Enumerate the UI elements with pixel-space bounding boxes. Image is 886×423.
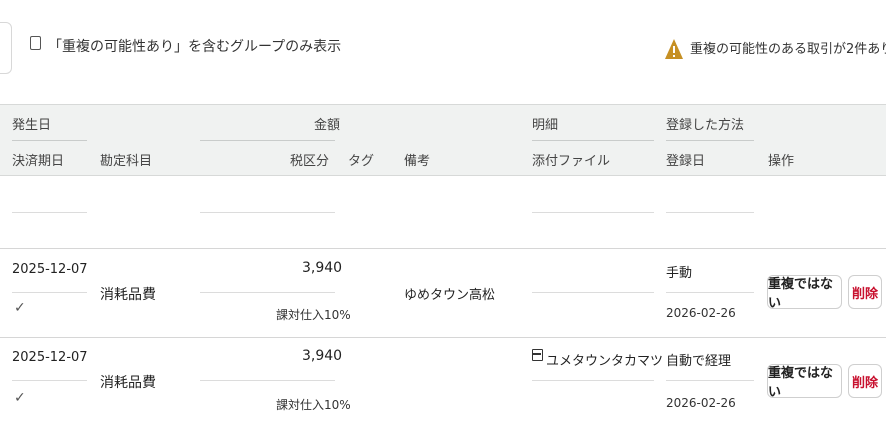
row-date: 2025-12-07	[12, 262, 88, 277]
duplicate-filter-checkbox[interactable]	[30, 36, 41, 50]
header-tax: 税区分	[290, 154, 330, 169]
row-attach[interactable]: ユメタウンタカマツ	[546, 350, 663, 369]
row-account: 消耗品費	[100, 375, 156, 391]
header-tag: タグ	[348, 154, 375, 169]
delete-button[interactable]: 削除	[848, 364, 882, 398]
row-date: 2025-12-07	[12, 350, 88, 365]
row-account: 消耗品費	[100, 287, 156, 303]
header-account: 勘定科目	[100, 154, 153, 169]
not-duplicate-button[interactable]: 重複ではない	[767, 364, 842, 400]
delete-button[interactable]: 削除	[848, 275, 882, 309]
row-method: 手動	[666, 266, 693, 281]
warning-icon	[664, 38, 684, 64]
row-tax: 課対仕入10%	[276, 308, 351, 322]
duplicate-filter-label[interactable]: 「重複の可能性あり」を含むグループのみ表示	[48, 36, 341, 56]
header-amount: 金額	[314, 118, 341, 133]
row-amount: 3,940	[302, 348, 343, 364]
header-date: 発生日	[12, 118, 52, 133]
row-reg-date: 2026-02-26	[666, 306, 736, 320]
header-note: 備考	[404, 154, 431, 169]
header-ops: 操作	[768, 154, 795, 169]
left-panel-edge	[0, 22, 12, 74]
not-duplicate-button[interactable]: 重複ではない	[767, 275, 842, 311]
header-detail: 明細	[532, 118, 559, 133]
row-method: 自動で経理	[666, 354, 732, 369]
row-tax: 課対仕入10%	[276, 398, 351, 412]
header-attach: 添付ファイル	[532, 154, 611, 169]
header-method: 登録した方法	[666, 118, 745, 133]
header-reg-date: 登録日	[666, 154, 706, 169]
row-note: ゆめタウン高松	[404, 288, 496, 303]
receipt-icon	[532, 349, 543, 361]
check-icon: ✓	[14, 390, 26, 406]
row-amount: 3,940	[302, 260, 343, 276]
duplicate-warning-text: 重複の可能性のある取引が2件あります	[690, 42, 886, 57]
row-reg-date: 2026-02-26	[666, 396, 736, 410]
header-settle-date: 決済期日	[12, 154, 65, 169]
check-icon: ✓	[14, 300, 26, 316]
